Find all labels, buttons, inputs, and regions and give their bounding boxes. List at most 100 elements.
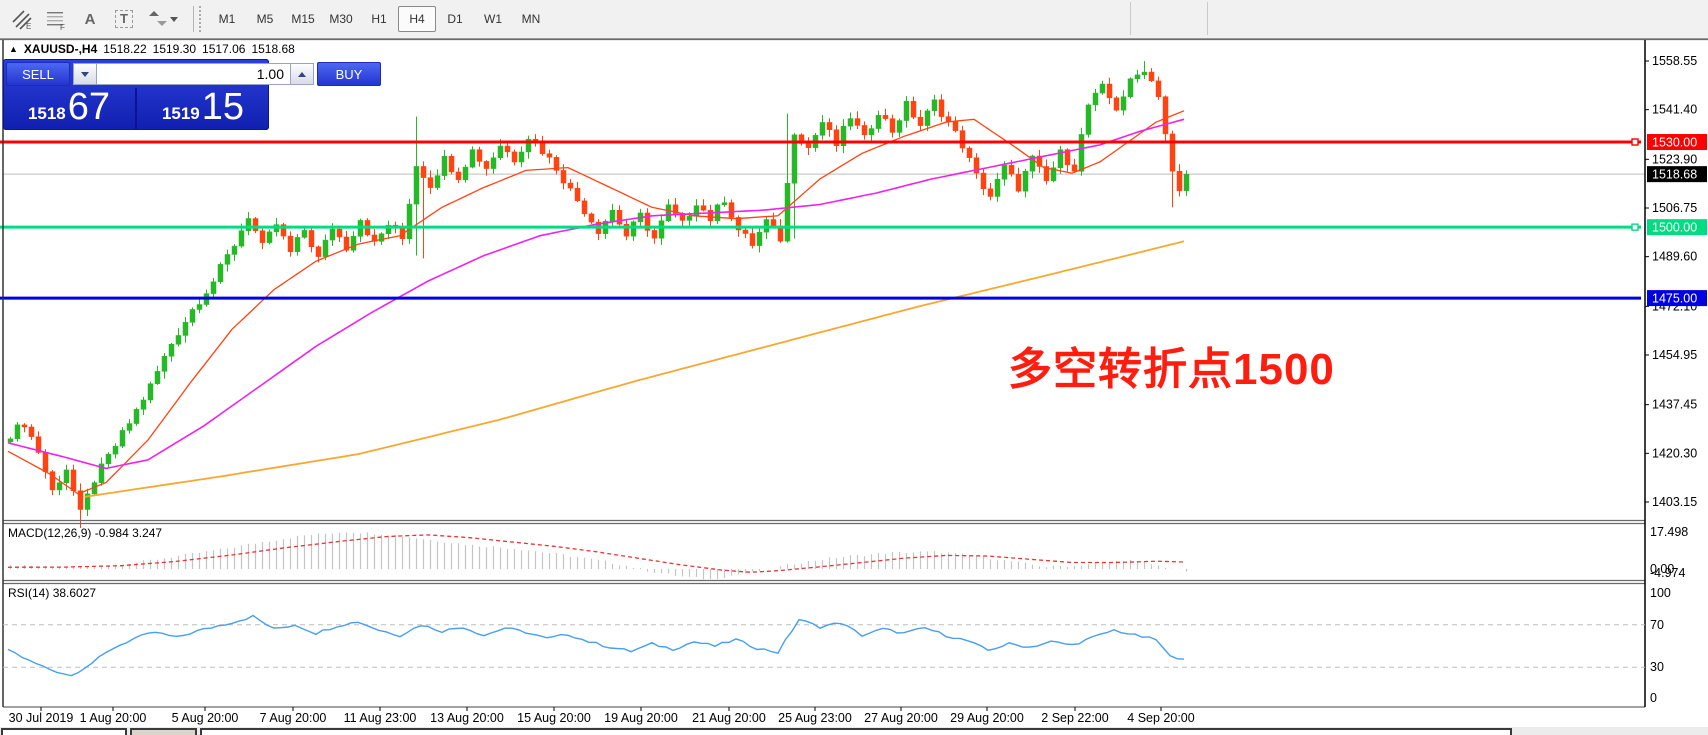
candle-body [918,117,923,125]
tf-button-M1[interactable]: M1 [208,6,246,32]
candle-body [1016,174,1021,191]
channel-icon: E [10,7,34,31]
buy-price-pips: 15 [202,88,244,126]
macd-signal-line [8,535,1184,572]
candle-body [785,183,790,241]
candle-body [407,204,412,239]
time-tick-label: 30 Jul 2019 [9,711,74,725]
candle-body [897,121,902,133]
candle-body [428,178,433,188]
tf-button-M15[interactable]: M15 [284,6,322,32]
candle-body [337,229,342,237]
toolbar-grip[interactable] [198,6,202,32]
svg-text:F: F [60,23,65,31]
svg-text:E: E [26,22,31,31]
rsi-panel: 10070300 [3,586,1671,705]
candle-body [512,152,517,162]
buy-button[interactable]: BUY [317,62,381,86]
candle-body [1093,93,1098,105]
candle-body [757,232,762,245]
chart-tab[interactable] [1,728,127,735]
price-tick-label: 1506.75 [1652,201,1697,215]
candle-body [29,427,34,437]
tf-button-W1[interactable]: W1 [474,6,512,32]
candle-body [883,115,888,118]
equidistant-channel-tool-button[interactable]: E [6,4,38,34]
volume-input[interactable] [97,63,290,85]
text-label-tool-button[interactable]: A [74,4,106,34]
candle-body [1121,97,1126,110]
rsi-axis-label: 100 [1650,586,1671,600]
time-tick-label: 13 Aug 20:00 [430,711,504,725]
candle-body [848,119,853,127]
candle-body [148,384,153,400]
price-tick-label: 1403.15 [1652,495,1697,509]
candle-body [876,115,881,128]
candle-body [960,131,965,148]
candle-body [953,122,958,131]
volume-decrease-button[interactable] [73,63,97,85]
candle-body [463,167,468,180]
chart-tab[interactable] [130,728,197,735]
buy-price[interactable]: 1519 15 [137,88,269,129]
candle-body [631,222,636,236]
line-anchor-marker [1632,224,1638,230]
candle-body [1149,72,1154,81]
macd-panel: 17.4980.00-4.974 [8,525,1688,580]
time-tick-label: 19 Aug 20:00 [604,711,678,725]
candle-body [435,176,440,188]
candle-body [225,254,230,264]
candle-body [162,356,167,371]
price-tick-label: 1541.40 [1652,103,1697,117]
candle-body [939,100,944,117]
timeframe-group: M1M5M15M30H1H4D1W1MN [208,6,550,32]
candle-body [869,129,874,135]
candle-body [568,183,573,188]
time-tick-label: 2 Sep 22:00 [1041,711,1108,725]
time-axis[interactable]: 30 Jul 20191 Aug 20:005 Aug 20:007 Aug 2… [9,707,1195,725]
one-click-trading-panel: SELL BUY 1518 67 1519 15 [3,59,269,130]
price-axis[interactable]: 1558.551541.401523.901506.751489.601472.… [1645,54,1707,509]
candle-body [484,161,489,168]
candle-body [617,210,622,224]
candle-body [988,189,993,197]
candle-body [113,446,118,454]
time-tick-label: 29 Aug 20:00 [950,711,1024,725]
time-tick-label: 27 Aug 20:00 [864,711,938,725]
rsi-axis-label: 30 [1650,660,1664,674]
candle-body [862,125,867,134]
chart-tab[interactable] [200,728,1512,735]
fibonacci-tool-button[interactable]: F [40,4,72,34]
candle-body [855,119,860,126]
candle-body [155,371,160,383]
candle-body [932,100,937,111]
candle-body [1100,84,1105,93]
tf-button-M5[interactable]: M5 [246,6,284,32]
tf-button-M30[interactable]: M30 [322,6,360,32]
sell-price[interactable]: 1518 67 [3,88,135,129]
tf-button-H4[interactable]: H4 [398,6,436,32]
candle-body [1170,134,1175,171]
candle-body [169,344,174,356]
tf-button-D1[interactable]: D1 [436,6,474,32]
candle-body [729,203,734,218]
tf-button-H1[interactable]: H1 [360,6,398,32]
tf-button-MN[interactable]: MN [512,6,550,32]
text-box-tool-button[interactable]: T [108,4,140,34]
candle-body [57,483,62,490]
candle-body [505,146,510,152]
candle-body [106,454,111,464]
price-badge-label: 1530.00 [1652,136,1697,150]
candle-body [1163,97,1168,134]
candle-body [589,214,594,222]
price-badge-label: 1500.00 [1652,221,1697,235]
candle-body [1184,174,1189,191]
volume-increase-button[interactable] [290,63,314,85]
candle-body [890,119,895,133]
candle-body [1177,171,1182,191]
buy-price-main: 1519 [162,105,200,122]
sell-button[interactable]: SELL [6,62,70,86]
candle-body [15,425,20,439]
candle-body [659,221,664,238]
arrows-tool-button[interactable] [142,4,184,34]
